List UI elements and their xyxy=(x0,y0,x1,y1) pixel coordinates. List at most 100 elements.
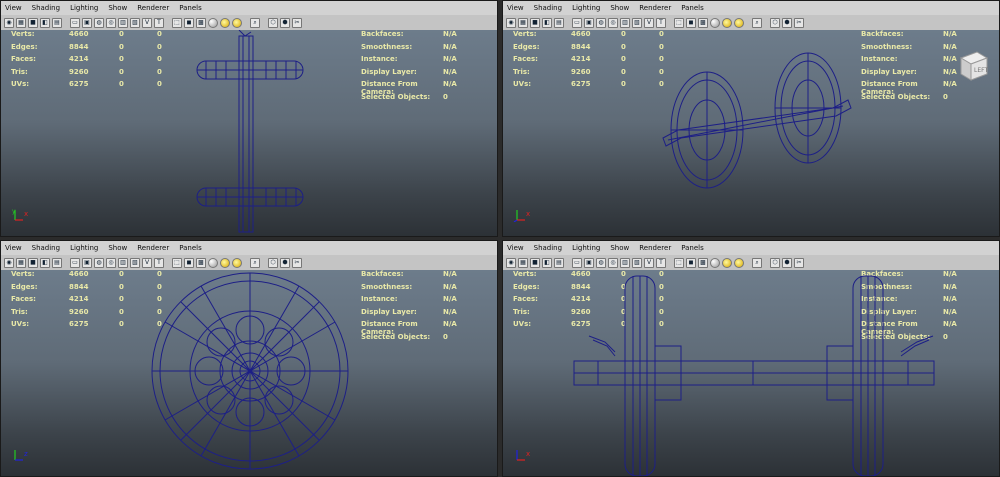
viewport-scene[interactable]: Verts: 4660 0 0 Edges: 8844 0 0 Faces: 4214 0 0 T… xyxy=(1,270,497,476)
viewport-scene[interactable]: Verts: 4660 0 0 Edges: 8844 0 0 Faces: 4214 0 0 T… xyxy=(503,30,999,236)
grid-icon[interactable]: ▤ xyxy=(554,17,564,28)
film-gate-icon[interactable]: ▭ xyxy=(70,17,80,28)
menu-panels[interactable]: Panels xyxy=(179,4,202,12)
xray-icon[interactable]: ⬡ xyxy=(268,17,278,28)
menu-panels[interactable]: Panels xyxy=(681,244,704,252)
smooth-shade-icon[interactable]: ◼ xyxy=(184,257,194,268)
viewport-persp[interactable]: View Shading Lighting Show Renderer Pane… xyxy=(502,0,1000,237)
vt-icon[interactable]: V xyxy=(142,17,152,28)
default-light-icon[interactable] xyxy=(710,257,720,268)
image-plane-icon[interactable]: ◧ xyxy=(40,17,50,28)
xray-joints-icon[interactable]: ⬢ xyxy=(782,257,792,268)
vt-icon[interactable]: V xyxy=(644,17,654,28)
viewport-top[interactable]: View Shading Lighting Show Renderer Pane… xyxy=(502,240,1000,477)
bookmark-icon[interactable]: ■ xyxy=(28,257,38,268)
menu-show[interactable]: Show xyxy=(108,4,127,12)
menu-lighting[interactable]: Lighting xyxy=(572,244,600,252)
shadows-icon[interactable] xyxy=(232,17,242,28)
menu-lighting[interactable]: Lighting xyxy=(572,4,600,12)
viewport-front[interactable]: View Shading Lighting Show Renderer Pane… xyxy=(0,0,498,237)
menu-renderer[interactable]: Renderer xyxy=(639,244,671,252)
xray-icon[interactable]: ⬡ xyxy=(770,17,780,28)
bookmark-icon[interactable]: ■ xyxy=(530,257,540,268)
xray-joints-icon[interactable]: ⬢ xyxy=(782,17,792,28)
isolate-select-icon[interactable]: ⌕ xyxy=(250,17,260,28)
menu-show[interactable]: Show xyxy=(108,244,127,252)
film-gate-icon[interactable]: ▭ xyxy=(572,257,582,268)
camera-select-icon[interactable]: ◉ xyxy=(506,257,516,268)
t-icon[interactable]: T xyxy=(154,257,164,268)
all-lights-icon[interactable] xyxy=(220,257,230,268)
smooth-shade-icon[interactable]: ◼ xyxy=(686,17,696,28)
t-icon[interactable]: T xyxy=(154,17,164,28)
bookmark-icon[interactable]: ■ xyxy=(530,17,540,28)
wireframe-icon[interactable]: ⬚ xyxy=(674,17,684,28)
field-chart-icon[interactable]: ◎ xyxy=(106,17,116,28)
vt-icon[interactable]: V xyxy=(644,257,654,268)
shadows-icon[interactable] xyxy=(734,17,744,28)
safe-title-icon[interactable]: ▧ xyxy=(632,17,642,28)
field-chart-icon[interactable]: ◎ xyxy=(106,257,116,268)
xray-joints-icon[interactable]: ⬢ xyxy=(280,17,290,28)
resolution-gate-icon[interactable]: ▣ xyxy=(82,17,92,28)
grid-icon[interactable]: ▤ xyxy=(52,17,62,28)
menu-lighting[interactable]: Lighting xyxy=(70,244,98,252)
textured-icon[interactable]: ▩ xyxy=(698,17,708,28)
all-lights-icon[interactable] xyxy=(722,257,732,268)
menu-view[interactable]: View xyxy=(5,244,22,252)
all-lights-icon[interactable] xyxy=(722,17,732,28)
textured-icon[interactable]: ▩ xyxy=(196,257,206,268)
wireframe-icon[interactable]: ⬚ xyxy=(674,257,684,268)
safe-title-icon[interactable]: ▧ xyxy=(632,257,642,268)
menu-shading[interactable]: Shading xyxy=(32,244,60,252)
menu-panels[interactable]: Panels xyxy=(681,4,704,12)
default-light-icon[interactable] xyxy=(710,17,720,28)
isolate-select-icon[interactable]: ⌕ xyxy=(250,257,260,268)
camera-select-icon[interactable]: ◉ xyxy=(506,17,516,28)
menu-renderer[interactable]: Renderer xyxy=(639,4,671,12)
menu-lighting[interactable]: Lighting xyxy=(70,4,98,12)
resolution-gate-icon[interactable]: ▣ xyxy=(584,257,594,268)
viewport-scene[interactable]: Verts: 4660 0 0 Edges: 8844 0 0 Faces: 4214 0 0 T… xyxy=(1,30,497,236)
film-gate-icon[interactable]: ▭ xyxy=(70,257,80,268)
axle-top-wireframe[interactable] xyxy=(503,270,1000,477)
wheel-axle-wireframe[interactable] xyxy=(503,30,1000,237)
film-gate-icon[interactable]: ▭ xyxy=(572,17,582,28)
textured-icon[interactable]: ▩ xyxy=(196,17,206,28)
smooth-shade-icon[interactable]: ◼ xyxy=(686,257,696,268)
script-icon[interactable]: ✂ xyxy=(292,257,302,268)
wireframe-icon[interactable]: ⬚ xyxy=(172,257,182,268)
image-plane-icon[interactable]: ◧ xyxy=(40,257,50,268)
wireframe-icon[interactable]: ⬚ xyxy=(172,17,182,28)
wheel-front-wireframe[interactable] xyxy=(1,270,498,477)
xray-icon[interactable]: ⬡ xyxy=(770,257,780,268)
camera-select-icon[interactable]: ◉ xyxy=(4,17,14,28)
viewport-side[interactable]: View Shading Lighting Show Renderer Pane… xyxy=(0,240,498,477)
menu-view[interactable]: View xyxy=(5,4,22,12)
field-chart-icon[interactable]: ◎ xyxy=(608,257,618,268)
resolution-gate-icon[interactable]: ▣ xyxy=(82,257,92,268)
safe-action-icon[interactable]: ▥ xyxy=(118,257,128,268)
image-plane-icon[interactable]: ◧ xyxy=(542,257,552,268)
menu-view[interactable]: View xyxy=(507,4,524,12)
bookmark-icon[interactable]: ■ xyxy=(28,17,38,28)
default-light-icon[interactable] xyxy=(208,17,218,28)
shadows-icon[interactable] xyxy=(232,257,242,268)
xray-joints-icon[interactable]: ⬢ xyxy=(280,257,290,268)
script-icon[interactable]: ✂ xyxy=(794,17,804,28)
menu-shading[interactable]: Shading xyxy=(534,4,562,12)
gate-mask-icon[interactable]: ◍ xyxy=(94,17,104,28)
grid-icon[interactable]: ▤ xyxy=(52,257,62,268)
safe-title-icon[interactable]: ▧ xyxy=(130,257,140,268)
camera-select-icon[interactable]: ◉ xyxy=(4,257,14,268)
safe-action-icon[interactable]: ▥ xyxy=(620,17,630,28)
isolate-select-icon[interactable]: ⌕ xyxy=(752,17,762,28)
menu-renderer[interactable]: Renderer xyxy=(137,244,169,252)
image-plane-icon[interactable]: ◧ xyxy=(542,17,552,28)
script-icon[interactable]: ✂ xyxy=(794,257,804,268)
camera-attributes-icon[interactable]: ▦ xyxy=(518,17,528,28)
menu-shading[interactable]: Shading xyxy=(32,4,60,12)
safe-title-icon[interactable]: ▧ xyxy=(130,17,140,28)
t-icon[interactable]: T xyxy=(656,17,666,28)
textured-icon[interactable]: ▩ xyxy=(698,257,708,268)
